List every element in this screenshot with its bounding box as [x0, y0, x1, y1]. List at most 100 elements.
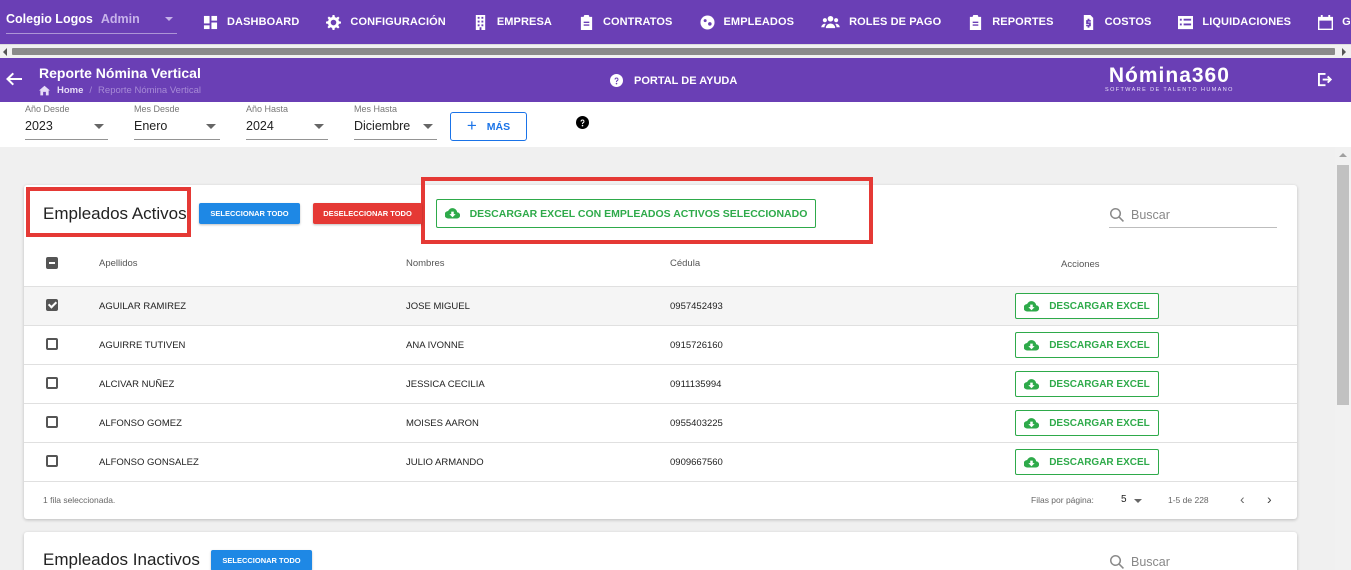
search-icon	[1110, 208, 1124, 222]
nav-dashboard[interactable]: DASHBOARD	[203, 15, 299, 30]
cell-apellidos: ALFONSO GOMEZ	[99, 418, 182, 429]
select-all-checkbox[interactable]	[46, 257, 58, 269]
nav-roles-de-pago[interactable]: ROLES DE PAGO	[821, 15, 941, 30]
row-checkbox[interactable]	[46, 299, 58, 311]
building-icon	[475, 14, 486, 30]
nav-label: ROLES DE PAGO	[849, 16, 942, 28]
search-input[interactable]: Buscar	[1109, 550, 1277, 570]
calendar-icon	[1318, 14, 1334, 30]
rows-per-page-select[interactable]: 5	[1121, 494, 1127, 505]
caret-down-icon	[206, 124, 216, 129]
cell-nombres: MOISES AARON	[406, 418, 479, 429]
search-placeholder: Buscar	[1131, 555, 1170, 569]
caret-down-icon[interactable]	[1134, 499, 1142, 503]
gear-icon	[326, 14, 342, 30]
table-row[interactable]: AGUILAR RAMIREZ JOSE MIGUEL 0957452493 D…	[24, 287, 1297, 326]
table-row[interactable]: ALFONSO GOMEZ MOISES AARON 0955403225 DE…	[24, 404, 1297, 443]
download-excel-button[interactable]: DESCARGAR EXCEL	[1015, 449, 1159, 475]
nav-label: REPORTES	[992, 16, 1054, 28]
anio-hasta-select[interactable]: Año Hasta 2024	[246, 102, 328, 140]
table-row[interactable]: ALFONSO GONSALEZ JULIO ARMANDO 090966756…	[24, 443, 1297, 482]
cloud-download-icon	[444, 208, 460, 219]
deselect-all-button[interactable]: DESELECCIONAR TODO	[313, 203, 422, 224]
cell-apellidos: ALCIVAR NUÑEZ	[99, 379, 175, 390]
download-excel-button[interactable]: DESCARGAR EXCEL	[1015, 332, 1159, 358]
cell-cedula: 0911135994	[670, 379, 722, 390]
previous-page-button[interactable]: ‹	[1240, 491, 1245, 507]
row-checkbox[interactable]	[46, 416, 58, 428]
table-row[interactable]: ALCIVAR NUÑEZ JESSICA CECILIA 0911135994…	[24, 365, 1297, 404]
button-label: DESCARGAR EXCEL	[1049, 417, 1150, 429]
clipboard-icon	[970, 14, 982, 30]
column-cedula[interactable]: Cédula	[670, 258, 700, 269]
anio-desde-select[interactable]: Año Desde 2023	[25, 102, 108, 140]
field-label: Año Desde	[25, 104, 70, 114]
filters-bar: Año Desde 2023 Mes Desde Enero Año Hasta…	[0, 102, 1351, 147]
scrollbar-thumb[interactable]	[1337, 165, 1349, 405]
nav-empleados[interactable]: EMPLEADOS	[699, 14, 795, 30]
nav-reportes[interactable]: REPORTES	[968, 14, 1054, 30]
mes-hasta-select[interactable]: Mes Hasta Diciembre	[354, 102, 437, 140]
card-title: Empleados Inactivos	[43, 550, 200, 569]
table-header: Apellidos Nombres Cédula Acciones	[24, 247, 1297, 287]
field-label: Año Hasta	[246, 104, 289, 114]
help-icon	[610, 74, 623, 87]
plus-icon: +	[466, 115, 477, 135]
question-icon[interactable]	[576, 116, 589, 129]
row-checkbox[interactable]	[46, 338, 58, 350]
scroll-up-icon[interactable]	[1339, 153, 1347, 157]
download-excel-button[interactable]: DESCARGAR EXCEL	[1015, 410, 1159, 436]
nav-label: DASHBOARD	[227, 16, 300, 28]
nav-gestion[interactable]: GESTIÓN DE	[1318, 14, 1351, 30]
row-checkbox[interactable]	[46, 455, 58, 467]
arrow-left-icon[interactable]	[6, 71, 22, 87]
download-excel-button[interactable]: DESCARGAR EXCEL	[1015, 293, 1159, 319]
logout-icon[interactable]	[1318, 72, 1333, 87]
dashboard-icon	[203, 15, 218, 29]
cloud-download-icon	[1024, 417, 1040, 429]
button-label: DESCARGAR EXCEL CON EMPLEADOS ACTIVOS SE…	[469, 207, 808, 220]
breadcrumb-home[interactable]: Home	[57, 85, 83, 96]
select-all-button[interactable]: SELECCIONAR TODO	[199, 203, 300, 224]
company-selector[interactable]: Colegio Logos Admin	[6, 6, 177, 34]
nav-contratos[interactable]: CONTRATOS	[579, 14, 673, 30]
button-label: DESCARGAR EXCEL	[1049, 378, 1150, 390]
cloud-download-icon	[1024, 456, 1040, 468]
horizontal-scrollbar[interactable]	[0, 44, 1351, 58]
nav-label: CONFIGURACIÓN	[350, 16, 446, 28]
help-portal-link[interactable]: PORTAL DE AYUDA	[610, 74, 737, 87]
mes-desde-select[interactable]: Mes Desde Enero	[134, 102, 220, 140]
card-title: Empleados Activos	[43, 204, 187, 223]
nav-label: CONTRATOS	[602, 16, 673, 28]
nav-label: EMPLEADOS	[723, 16, 795, 28]
company-name: Colegio Logos	[6, 12, 93, 26]
nav-empresa[interactable]: EMPRESA	[473, 14, 552, 30]
mas-button[interactable]: + MÁS	[450, 112, 527, 141]
nav-liquidaciones[interactable]: LIQUIDACIONES	[1178, 15, 1291, 30]
main-menu: DASHBOARD CONFIGURACIÓN EMPRESA CONTRATO…	[203, 0, 1351, 44]
table-row[interactable]: AGUIRRE TUTIVEN ANA IVONNE 0915726160 DE…	[24, 326, 1297, 365]
scroll-left-icon[interactable]	[3, 48, 7, 56]
download-selected-excel-button[interactable]: DESCARGAR EXCEL CON EMPLEADOS ACTIVOS SE…	[436, 199, 816, 228]
list-icon	[1178, 15, 1194, 29]
button-label: DESCARGAR EXCEL	[1049, 339, 1150, 351]
nav-costos[interactable]: COSTOS	[1081, 14, 1152, 30]
scrollbar-thumb[interactable]	[12, 48, 1335, 55]
column-apellidos[interactable]: Apellidos	[99, 258, 138, 269]
nav-configuracion[interactable]: CONFIGURACIÓN	[326, 14, 446, 30]
download-excel-button[interactable]: DESCARGAR EXCEL	[1015, 371, 1159, 397]
row-checkbox[interactable]	[46, 377, 58, 389]
cloud-download-icon	[1024, 339, 1040, 351]
column-nombres[interactable]: Nombres	[406, 258, 445, 269]
selection-count: 1 fila seleccionada.	[43, 495, 116, 505]
vertical-scrollbar[interactable]	[1335, 147, 1351, 570]
search-input[interactable]: Buscar	[1109, 203, 1277, 228]
users-icon	[821, 15, 840, 28]
empleados-inactivos-card: Empleados Inactivos SELECCIONAR TODO Bus…	[24, 532, 1297, 570]
button-label: DESCARGAR EXCEL	[1049, 456, 1150, 468]
caret-down-icon	[314, 124, 324, 129]
scroll-right-icon[interactable]	[1342, 48, 1346, 56]
select-all-button[interactable]: SELECCIONAR TODO	[211, 550, 312, 570]
next-page-button[interactable]: ›	[1267, 491, 1272, 507]
field-value: 2023	[25, 119, 53, 133]
